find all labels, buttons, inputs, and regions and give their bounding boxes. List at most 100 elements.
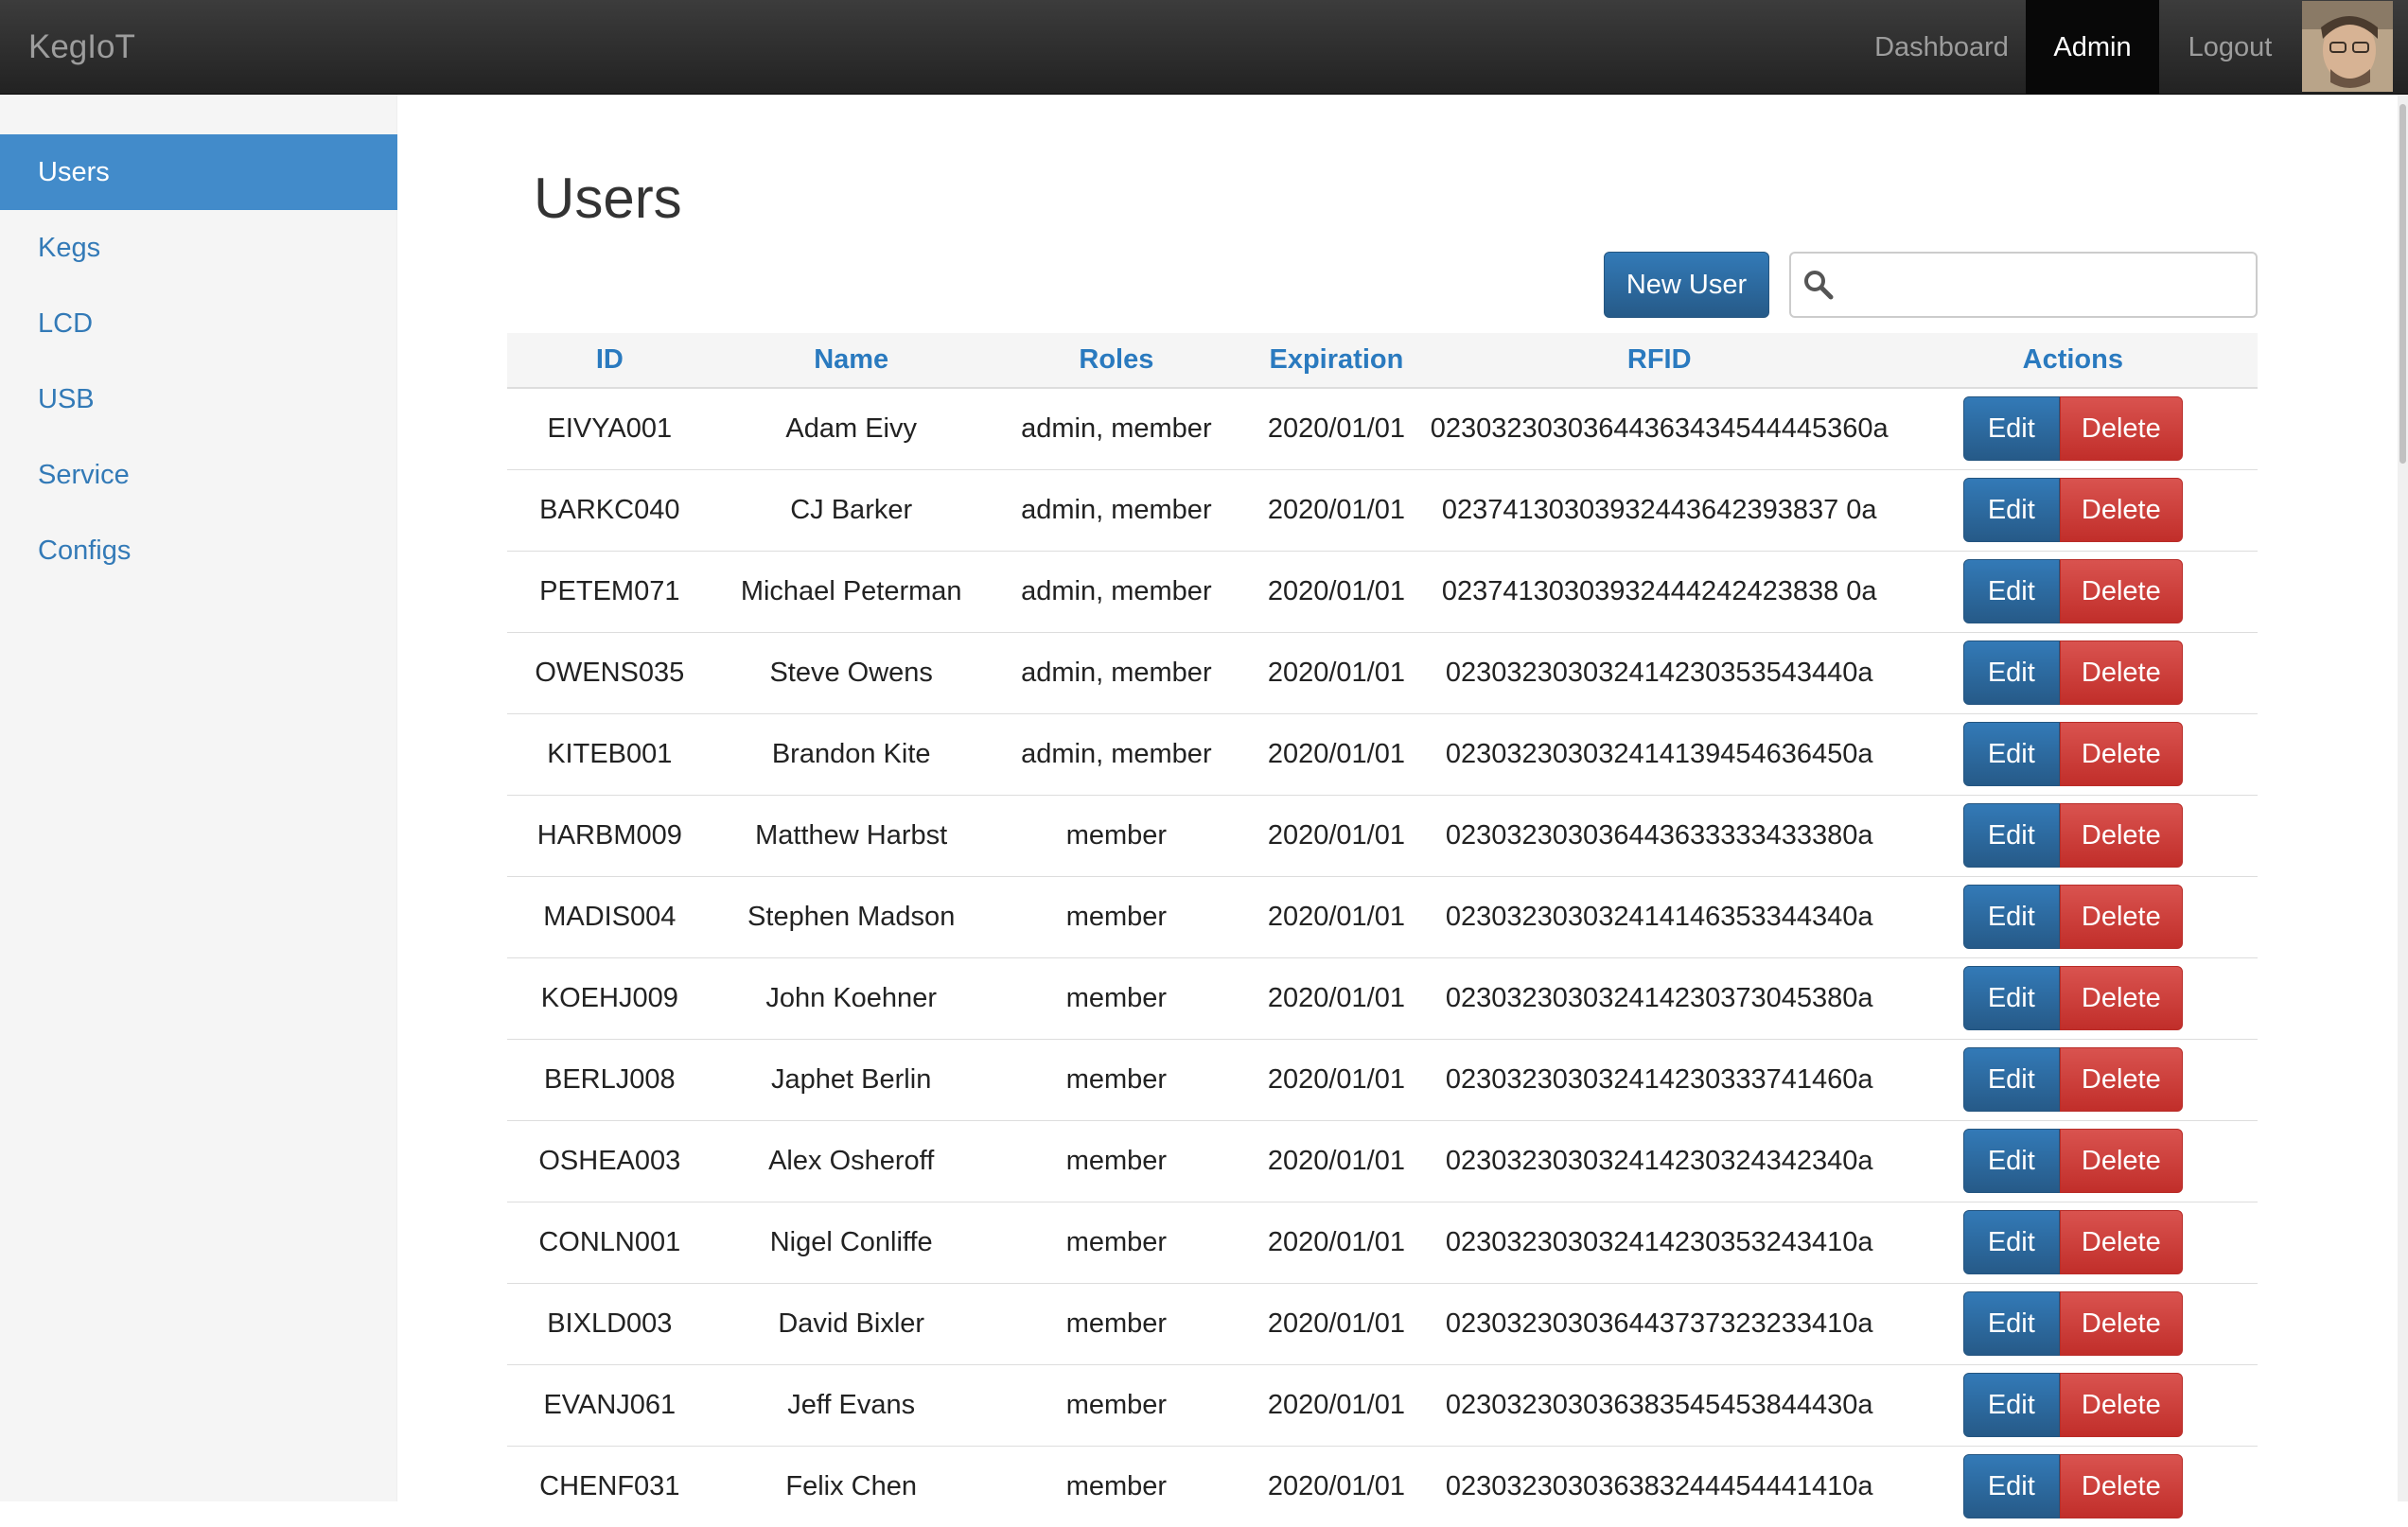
user-id-cell: KITEB001 xyxy=(507,712,712,795)
row-actions: Edit Delete xyxy=(1888,1201,2258,1283)
user-name-cell: John Koehner xyxy=(712,957,991,1039)
edit-button[interactable]: Edit xyxy=(1962,1454,2060,1519)
user-roles-cell: admin, member xyxy=(990,468,1243,551)
table-row: KITEB001 Brandon Kite admin, member 2020/01… xyxy=(507,712,2258,795)
delete-button[interactable]: Delete xyxy=(2059,966,2183,1030)
user-roles-cell: admin, member xyxy=(990,631,1243,713)
user-expiration-cell: 2020/01/01 xyxy=(1242,550,1431,632)
user-id-cell: BERLJ008 xyxy=(507,1038,712,1120)
nav-admin[interactable]: Admin xyxy=(2026,0,2159,95)
delete-button[interactable]: Delete xyxy=(2059,1047,2183,1112)
brand-logo[interactable]: KegIoT xyxy=(28,0,135,95)
delete-button[interactable]: Delete xyxy=(2059,559,2183,623)
edit-button[interactable]: Edit xyxy=(1962,1291,2060,1356)
search-input[interactable] xyxy=(1844,261,2245,310)
row-actions: Edit Delete xyxy=(1888,1445,2258,1527)
row-actions: Edit Delete xyxy=(1888,468,2258,551)
edit-button[interactable]: Edit xyxy=(1962,1129,2060,1193)
user-name-cell: Nigel Conliffe xyxy=(712,1201,991,1283)
nav-logout[interactable]: Logout xyxy=(2159,0,2301,95)
user-id-cell: CONLN001 xyxy=(507,1201,712,1283)
user-id-cell: CHENF031 xyxy=(507,1445,712,1527)
sidebar-item-configs[interactable]: Configs xyxy=(0,513,397,588)
user-id-cell: EIVYA001 xyxy=(507,387,712,469)
user-id-cell: PETEM071 xyxy=(507,550,712,632)
edit-button[interactable]: Edit xyxy=(1962,396,2060,462)
user-expiration-cell: 2020/01/01 xyxy=(1242,875,1431,957)
delete-button[interactable]: Delete xyxy=(2059,1210,2183,1274)
table-row: MADIS004 Stephen Madson member 2020/01/01 02… xyxy=(507,875,2258,957)
page-scrollbar-thumb[interactable] xyxy=(2399,104,2406,464)
table-row: HARBM009 Matthew Harbst member 2020/01/01 02… xyxy=(507,794,2258,876)
delete-button[interactable]: Delete xyxy=(2059,478,2183,542)
user-roles-cell: admin, member xyxy=(990,387,1243,469)
row-actions: Edit Delete xyxy=(1888,1282,2258,1364)
user-rfid-cell: 023032303036383545453844430a xyxy=(1430,1363,1889,1446)
user-rfid-cell: 023032303032414146353344340a xyxy=(1430,875,1889,957)
user-expiration-cell: 2020/01/01 xyxy=(1242,712,1431,795)
edit-button[interactable]: Edit xyxy=(1962,559,2060,623)
users-table: ID Name Roles Expiration RFID Actions EI… xyxy=(507,333,2258,1527)
delete-button[interactable]: Delete xyxy=(2059,885,2183,949)
column-header-roles[interactable]: Roles xyxy=(990,333,1243,389)
sidebar-item-usb[interactable]: USB xyxy=(0,361,397,437)
edit-button[interactable]: Edit xyxy=(1962,803,2060,868)
table-row: PETEM071 Michael Peterman admin, member 202… xyxy=(507,550,2258,632)
sidebar-item-lcd[interactable]: LCD xyxy=(0,286,397,361)
edit-button[interactable]: Edit xyxy=(1962,641,2060,705)
avatar-photo-icon xyxy=(2302,1,2393,92)
user-rfid-cell: 023032303032414230324342340a xyxy=(1430,1119,1889,1202)
user-expiration-cell: 2020/01/01 xyxy=(1242,957,1431,1039)
new-user-button[interactable]: New User xyxy=(1604,252,1769,318)
table-row: EVANJ061 Jeff Evans member 2020/01/01 023032… xyxy=(507,1363,2258,1446)
nav-dashboard[interactable]: Dashboard xyxy=(1851,0,2032,95)
user-roles-cell: member xyxy=(990,1363,1243,1446)
table-row: BIXLD003 David Bixler member 2020/01/01 0230… xyxy=(507,1282,2258,1364)
delete-button[interactable]: Delete xyxy=(2059,1129,2183,1193)
user-rfid-cell: 02374130303932444242423838 0a xyxy=(1430,550,1889,632)
column-header-expiration[interactable]: Expiration xyxy=(1242,333,1431,389)
search-field[interactable] xyxy=(1789,252,2258,318)
edit-button[interactable]: Edit xyxy=(1962,478,2060,542)
edit-button[interactable]: Edit xyxy=(1962,722,2060,786)
row-actions: Edit Delete xyxy=(1888,1119,2258,1202)
user-rfid-cell: 023032303032414230353243410a xyxy=(1430,1201,1889,1283)
delete-button[interactable]: Delete xyxy=(2059,722,2183,786)
row-actions: Edit Delete xyxy=(1888,631,2258,713)
table-row: BARKC040 CJ Barker admin, member 2020/01/01… xyxy=(507,468,2258,551)
delete-button[interactable]: Delete xyxy=(2059,1454,2183,1519)
column-header-id[interactable]: ID xyxy=(507,333,712,389)
user-avatar[interactable] xyxy=(2302,1,2393,92)
user-roles-cell: admin, member xyxy=(990,712,1243,795)
edit-button[interactable]: Edit xyxy=(1962,966,2060,1030)
table-row: OSHEA003 Alex Osheroff member 2020/01/01 023… xyxy=(507,1119,2258,1202)
user-id-cell: MADIS004 xyxy=(507,875,712,957)
delete-button[interactable]: Delete xyxy=(2059,1373,2183,1437)
row-actions: Edit Delete xyxy=(1888,957,2258,1039)
user-expiration-cell: 2020/01/01 xyxy=(1242,631,1431,713)
delete-button[interactable]: Delete xyxy=(2059,641,2183,705)
edit-button[interactable]: Edit xyxy=(1962,1373,2060,1437)
user-expiration-cell: 2020/01/01 xyxy=(1242,468,1431,551)
user-rfid-cell: 023032303032414230373045380a xyxy=(1430,957,1889,1039)
edit-button[interactable]: Edit xyxy=(1962,1047,2060,1112)
delete-button[interactable]: Delete xyxy=(2059,396,2183,462)
column-header-rfid[interactable]: RFID xyxy=(1430,333,1889,389)
delete-button[interactable]: Delete xyxy=(2059,803,2183,868)
edit-button[interactable]: Edit xyxy=(1962,885,2060,949)
user-roles-cell: admin, member xyxy=(990,550,1243,632)
edit-button[interactable]: Edit xyxy=(1962,1210,2060,1274)
user-roles-cell: member xyxy=(990,1282,1243,1364)
user-roles-cell: member xyxy=(990,1201,1243,1283)
row-actions: Edit Delete xyxy=(1888,550,2258,632)
row-actions: Edit Delete xyxy=(1888,387,2258,469)
sidebar-item-service[interactable]: Service xyxy=(0,437,397,513)
user-roles-cell: member xyxy=(990,794,1243,876)
sidebar-item-users[interactable]: Users xyxy=(0,134,397,210)
search-icon xyxy=(1804,271,1834,300)
row-actions: Edit Delete xyxy=(1888,1363,2258,1446)
column-header-name[interactable]: Name xyxy=(712,333,991,389)
delete-button[interactable]: Delete xyxy=(2059,1291,2183,1356)
sidebar-item-kegs[interactable]: Kegs xyxy=(0,210,397,286)
table-row: BERLJ008 Japhet Berlin member 2020/01/01 023… xyxy=(507,1038,2258,1120)
